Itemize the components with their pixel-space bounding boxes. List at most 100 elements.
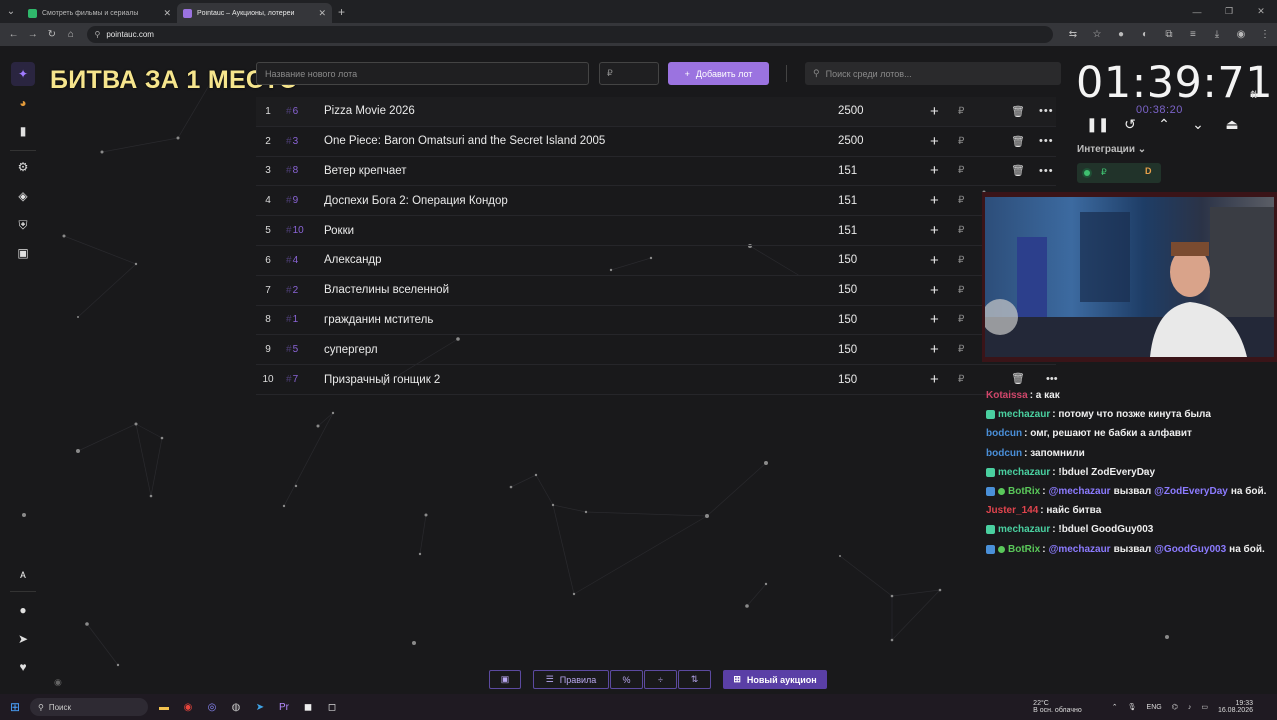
more-dots-icon[interactable]: •••	[1039, 135, 1054, 147]
taskbar-search[interactable]: ⚲ Поиск	[30, 698, 148, 716]
add-amount-icon[interactable]: +	[930, 103, 939, 120]
close-tab-icon[interactable]: ✕	[163, 8, 171, 19]
microphone-icon[interactable]: 🎙	[1128, 703, 1137, 711]
chat-username[interactable]: Kotaissa	[986, 390, 1028, 401]
profile-avatar-icon[interactable]: ◉	[1229, 29, 1253, 40]
lot-currency-icon[interactable]: ₽	[958, 136, 964, 147]
bookmark-star-icon[interactable]: ☆	[1085, 29, 1109, 40]
tray-arrow-icon[interactable]: ⌃	[1112, 703, 1118, 711]
lot-currency-icon[interactable]: ₽	[958, 195, 964, 206]
extension-icon[interactable]: ◐	[1133, 29, 1157, 40]
more-dots-icon[interactable]: •••	[1039, 105, 1054, 117]
forward-icon[interactable]: →	[23, 29, 42, 40]
translate-icon[interactable]: ⇆	[1061, 29, 1085, 40]
extensions-puzzle-icon[interactable]: ⧉	[1157, 29, 1181, 40]
premiere-icon[interactable]: Pr	[272, 697, 296, 717]
new-tab-icon[interactable]: +	[338, 5, 345, 19]
chat-mention[interactable]: @ZodEveryDay	[1154, 486, 1228, 497]
lot-name[interactable]: Призрачный гонщик 2	[324, 374, 440, 386]
shield-icon[interactable]: ⛨	[11, 213, 35, 237]
add-amount-icon[interactable]: +	[930, 162, 939, 179]
chat-username[interactable]: mechazaur	[998, 467, 1050, 478]
lot-name[interactable]: супергерл	[324, 344, 378, 356]
telegram-icon[interactable]: ➤	[11, 627, 35, 651]
close-window-icon[interactable]: ✕	[1245, 0, 1277, 23]
stats-chart-icon[interactable]: ▮	[11, 119, 35, 143]
minimize-icon[interactable]: —	[1181, 0, 1213, 23]
integrations-dropdown[interactable]: Интеграции ⌄	[1077, 144, 1146, 155]
percent-button[interactable]: %	[610, 670, 643, 689]
chevron-up-icon[interactable]: ⌃	[1154, 116, 1174, 133]
chat-mention[interactable]: @mechazaur	[1049, 544, 1111, 555]
lot-currency-icon[interactable]: ₽	[958, 314, 964, 325]
site-info-icon[interactable]: ⚲	[95, 30, 101, 39]
add-amount-icon[interactable]: +	[930, 133, 939, 150]
tab-list-icon[interactable]: ⌄	[0, 0, 22, 23]
collapse-icon[interactable]: ⏏	[1222, 116, 1242, 133]
battery-icon[interactable]: ▭	[1201, 703, 1208, 711]
lot-name[interactable]: Ветер крепчает	[324, 165, 407, 177]
rules-button[interactable]: ☰ Правила	[533, 670, 609, 689]
donate-icon[interactable]: ♥	[11, 655, 35, 679]
lot-name[interactable]: Pizza Movie 2026	[324, 105, 415, 117]
save-button[interactable]: ▣	[489, 670, 521, 689]
add-amount-icon[interactable]: +	[930, 371, 939, 388]
home-icon[interactable]: ⌂	[61, 29, 80, 40]
trash-icon[interactable]: 🗑	[1011, 105, 1025, 118]
app-icon[interactable]: ◼	[296, 697, 320, 717]
add-amount-icon[interactable]: +	[930, 282, 939, 299]
tab-films[interactable]: Смотреть фильмы и сериалы ✕	[22, 3, 177, 23]
lot-currency-icon[interactable]: ₽	[958, 344, 964, 355]
lot-name[interactable]: One Piece: Baron Omatsuri and the Secret…	[324, 135, 605, 147]
language-indicator[interactable]: ENG	[1147, 704, 1162, 711]
lot-currency-icon[interactable]: ₽	[958, 106, 964, 117]
chat-username[interactable]: bodcun	[986, 428, 1022, 439]
chat-username[interactable]: BotRix	[1008, 544, 1040, 555]
lot-search-input[interactable]: ⚲ Поиск среди лотов...	[805, 62, 1061, 85]
swap-icon[interactable]: ⇅	[1250, 90, 1258, 101]
wheel-icon[interactable]: ◕	[11, 91, 35, 115]
chat-mention[interactable]: @mechazaur	[1049, 486, 1111, 497]
chat-username[interactable]: mechazaur	[998, 409, 1050, 420]
network-icon[interactable]: ⌬	[1172, 703, 1178, 711]
chevron-down-icon[interactable]: ⌄	[1188, 116, 1208, 133]
lot-name[interactable]: Доспехи Бога 2: Операция Кондор	[324, 195, 508, 207]
add-amount-icon[interactable]: +	[930, 192, 939, 209]
chrome-icon[interactable]: ◉	[176, 697, 200, 717]
lot-currency-icon[interactable]: ₽	[958, 285, 964, 296]
file-explorer-icon[interactable]: ▬	[152, 697, 176, 717]
windows-start-icon[interactable]: ⊞	[0, 700, 30, 714]
downloads-icon[interactable]: ⤓	[1205, 29, 1229, 40]
chat-username[interactable]: bodcun	[986, 448, 1022, 459]
chat-username[interactable]: mechazaur	[998, 524, 1050, 535]
pause-icon[interactable]: ❚❚	[1086, 116, 1109, 133]
add-lot-button[interactable]: + Добавить лот	[668, 62, 769, 85]
settings-gear-icon[interactable]: ⚙	[11, 155, 35, 179]
lot-currency-icon[interactable]: ₽	[958, 255, 964, 266]
lot-currency-icon[interactable]: ₽	[958, 165, 964, 176]
app-icon[interactable]: ◻	[320, 697, 344, 717]
more-dots-icon[interactable]: •••	[1039, 165, 1054, 177]
lot-name[interactable]: Рокки	[324, 225, 354, 237]
media-library-icon[interactable]: ▣	[11, 241, 35, 265]
lot-name[interactable]: Властелины вселенной	[324, 284, 449, 296]
split-button[interactable]: ÷	[644, 670, 677, 689]
new-lot-name-input[interactable]: Название нового лота	[256, 62, 589, 85]
obs-icon[interactable]: ◍	[224, 697, 248, 717]
back-icon[interactable]: ←	[4, 29, 23, 40]
more-dots-icon[interactable]: •••	[1046, 373, 1058, 385]
telegram-icon[interactable]: ➤	[248, 697, 272, 717]
eye-icon[interactable]: ◉	[54, 677, 62, 688]
github-icon[interactable]: ●	[11, 598, 35, 622]
add-amount-icon[interactable]: +	[930, 222, 939, 239]
trash-icon[interactable]: 🗑	[1011, 373, 1025, 385]
lot-currency-icon[interactable]: ₽	[958, 374, 964, 385]
menu-dots-icon[interactable]: ⋮	[1253, 29, 1277, 40]
add-amount-icon[interactable]: +	[930, 311, 939, 328]
new-auction-button[interactable]: ⊞ Новый аукцион	[723, 670, 827, 689]
weather-widget[interactable]: 22°C В осн. облачно	[1033, 700, 1082, 714]
volume-icon[interactable]: ♪	[1188, 704, 1192, 711]
tab-pointauc[interactable]: Pointauc – Аукционы, лотереи ✕	[177, 3, 332, 23]
reset-icon[interactable]: ↺	[1120, 116, 1140, 133]
trash-icon[interactable]: 🗑	[1011, 135, 1025, 148]
